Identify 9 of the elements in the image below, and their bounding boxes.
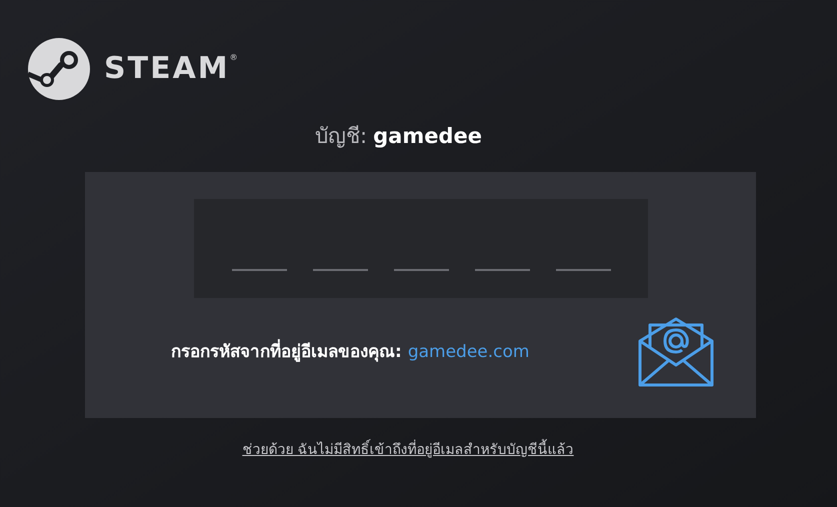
account-name: gamedee	[373, 123, 482, 150]
account-label: บัญชี:	[315, 123, 368, 150]
registered-mark: ®	[230, 54, 238, 62]
help-link[interactable]: ช่วยด้วย ฉันไม่มีสิทธิ์เข้าถึงที่อยู่อีเมลสำหรับบัญชีนี้แล้ว	[242, 440, 574, 461]
logo-wordmark: STEAM	[104, 54, 230, 84]
code-prompt: กรอกรหัสจากที่อยู่อีเมลของคุณ:	[171, 340, 402, 366]
envelope-icon	[638, 317, 714, 387]
email-domain: gamedee.com	[408, 341, 530, 364]
logo-icon	[28, 38, 90, 100]
